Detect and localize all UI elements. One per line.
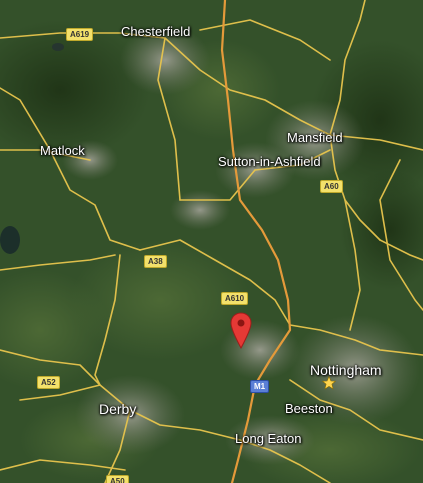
road-shield-a50: A50 (106, 475, 129, 483)
place-label-long-eaton: Long Eaton (235, 431, 302, 446)
road-shield-a52: A52 (37, 376, 60, 389)
place-label-chesterfield: Chesterfield (121, 24, 191, 39)
place-label-matlock: Matlock (40, 143, 85, 158)
road-shield-a619: A619 (66, 28, 94, 41)
road-shield-m1: M1 (250, 380, 270, 393)
place-label-beeston: Beeston (285, 401, 333, 416)
place-label-sutton-in-ashfield: Sutton-in-Ashfield (218, 154, 321, 169)
road-shield-a60: A60 (320, 180, 343, 193)
place-label-derby: Derby (99, 401, 137, 417)
place-label-mansfield: Mansfield (287, 130, 343, 145)
map-pin-icon[interactable] (230, 312, 252, 350)
road-shield-a38: A38 (144, 255, 167, 268)
star-icon (322, 376, 336, 390)
map-canvas[interactable]: Chesterfield Matlock Mansfield Sutton-in… (0, 0, 423, 483)
road-shield-a610: A610 (221, 292, 249, 305)
place-label-nottingham: Nottingham (310, 362, 382, 378)
satellite-base (0, 0, 423, 483)
